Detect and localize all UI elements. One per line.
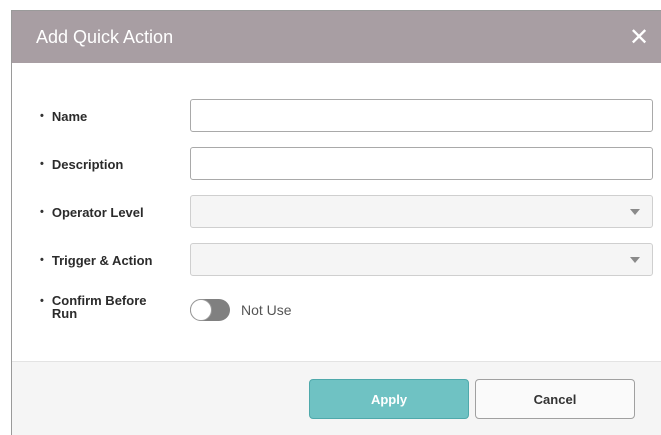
bullet-icon: •	[40, 295, 44, 307]
confirm-before-run-row: • Confirm Before Run Not Use	[12, 291, 661, 347]
operator-level-label: Operator Level	[51, 204, 144, 220]
bullet-icon: •	[40, 110, 44, 122]
chevron-down-icon	[630, 257, 640, 263]
apply-button[interactable]: Apply	[309, 379, 469, 419]
description-row: • Description	[12, 147, 661, 195]
dialog-title: Add Quick Action	[36, 26, 174, 47]
operator-level-select[interactable]	[190, 195, 653, 228]
name-row: • Name	[12, 99, 661, 147]
operator-level-label-wrap: • Operator Level	[40, 195, 144, 229]
trigger-action-row: • Trigger & Action	[12, 243, 661, 291]
dialog-header: Add Quick Action ✕	[12, 11, 661, 63]
description-label: Description	[51, 156, 124, 172]
dialog-footer: Apply Cancel	[12, 361, 661, 435]
trigger-action-select[interactable]	[190, 243, 653, 276]
dialog-body: • Name • Description • Operator Level • …	[12, 63, 661, 347]
confirm-before-run-label: Confirm Before Run	[52, 294, 147, 320]
confirm-label-wrap: • Confirm Before Run	[40, 291, 146, 320]
operator-level-row: • Operator Level	[12, 195, 661, 243]
add-quick-action-dialog: Add Quick Action ✕ • Name • Description …	[11, 10, 661, 435]
cancel-button[interactable]: Cancel	[475, 379, 635, 419]
bullet-icon: •	[40, 206, 44, 218]
description-label-wrap: • Description	[40, 147, 123, 181]
confirm-before-run-toggle[interactable]	[190, 299, 230, 321]
chevron-down-icon	[630, 209, 640, 215]
description-input[interactable]	[190, 147, 653, 180]
trigger-action-label-wrap: • Trigger & Action	[40, 243, 153, 277]
bullet-icon: •	[40, 254, 44, 266]
name-input[interactable]	[190, 99, 653, 132]
name-label: Name	[51, 108, 88, 124]
name-label-wrap: • Name	[40, 99, 87, 133]
confirm-toggle-wrap: Not Use	[190, 299, 292, 321]
close-icon[interactable]: ✕	[627, 25, 651, 49]
trigger-action-label: Trigger & Action	[51, 252, 153, 268]
bullet-icon: •	[40, 158, 44, 170]
confirm-label-line2: Run	[51, 306, 78, 321]
toggle-knob	[190, 299, 212, 321]
toggle-state-text: Not Use	[241, 302, 292, 318]
